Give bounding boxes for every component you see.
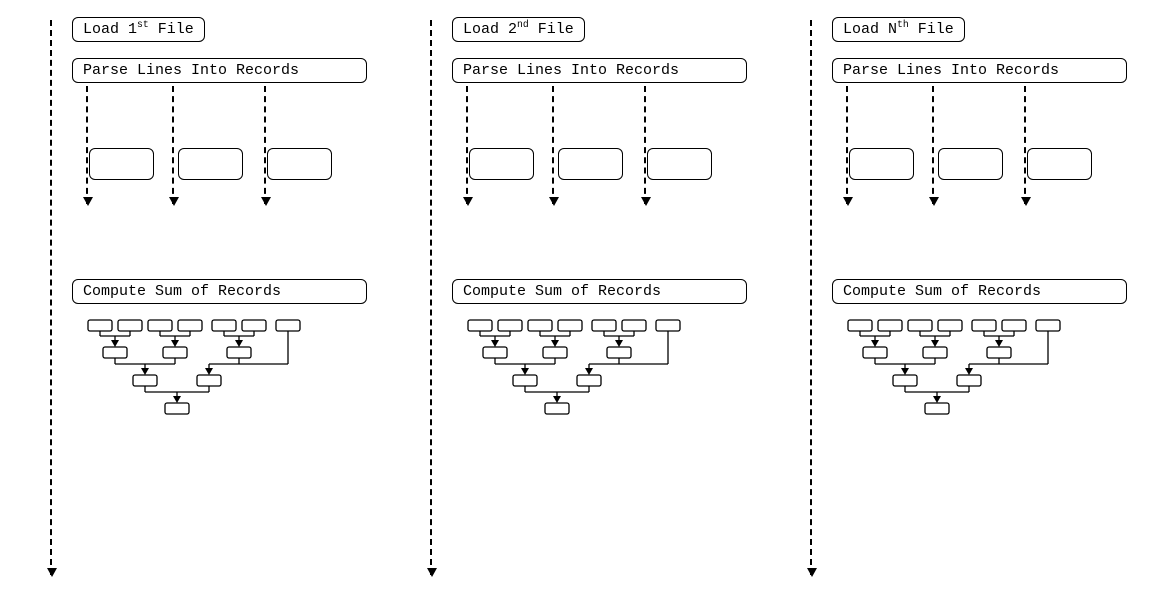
record-box [89, 148, 154, 180]
parse-lines-step: Parse Lines Into Records [72, 58, 367, 83]
pipeline-column-2: Load 2nd File Parse Lines Into Records C… [404, 0, 784, 600]
record-arrow [466, 86, 468, 204]
main-flow-arrow [810, 20, 812, 575]
record-arrow [264, 86, 266, 204]
records-row [469, 148, 712, 180]
record-box [647, 148, 712, 180]
record-box [849, 148, 914, 180]
compute-sum-step: Compute Sum of Records [832, 279, 1127, 304]
record-arrow [1024, 86, 1026, 204]
record-box [267, 148, 332, 180]
parse-lines-step: Parse Lines Into Records [452, 58, 747, 83]
records-row [89, 148, 332, 180]
pipeline-column-1: Load 1st File Parse Lines Into Records C… [24, 0, 404, 600]
record-box [469, 148, 534, 180]
diagram-canvas: Load 1st File Parse Lines Into Records C… [0, 0, 1170, 600]
record-arrow [86, 86, 88, 204]
records-row [849, 148, 1092, 180]
record-arrow [644, 86, 646, 204]
pipeline-column-3: Load Nth File Parse Lines Into Records C… [784, 0, 1164, 600]
record-box [558, 148, 623, 180]
record-arrow [846, 86, 848, 204]
record-box [938, 148, 1003, 180]
record-arrow [932, 86, 934, 204]
main-flow-arrow [430, 20, 432, 575]
record-arrow [552, 86, 554, 204]
main-flow-arrow [50, 20, 52, 575]
reduce-tree [844, 316, 1084, 436]
parse-lines-step: Parse Lines Into Records [832, 58, 1127, 83]
load-file-step: Load 1st File [72, 17, 205, 42]
record-box [178, 148, 243, 180]
record-box [1027, 148, 1092, 180]
record-arrow [172, 86, 174, 204]
reduce-tree [464, 316, 704, 436]
load-file-step: Load 2nd File [452, 17, 585, 42]
compute-sum-step: Compute Sum of Records [72, 279, 367, 304]
load-file-step: Load Nth File [832, 17, 965, 42]
compute-sum-step: Compute Sum of Records [452, 279, 747, 304]
reduce-tree [84, 316, 324, 436]
